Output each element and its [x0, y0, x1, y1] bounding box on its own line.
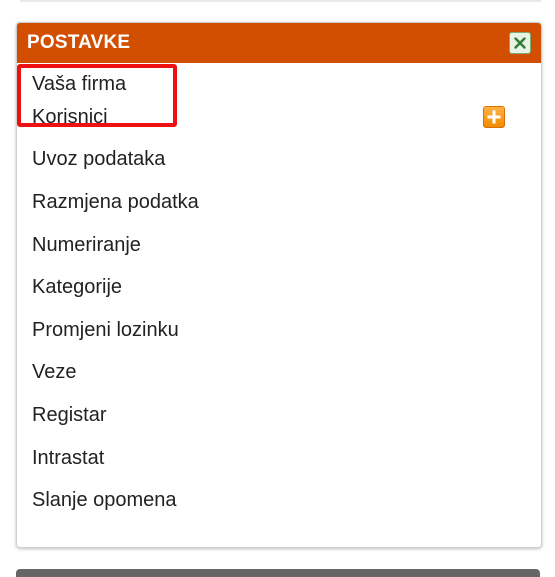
menu-item-uvoz-podataka[interactable]: Uvoz podataka: [17, 139, 541, 182]
menu-item-veze[interactable]: Veze: [17, 352, 541, 395]
menu-item-vasa-firma[interactable]: Vaša firma: [17, 63, 541, 96]
menu-item-slanje-opomena[interactable]: Slanje opomena: [17, 479, 541, 522]
close-button[interactable]: [509, 32, 531, 54]
menu-item-label: Kategorije: [32, 276, 123, 299]
panel-title: POSTAVKE: [27, 32, 131, 53]
panel-header: POSTAVKE: [17, 23, 541, 63]
menu-item-korisnici[interactable]: Korisnici: [17, 96, 541, 139]
menu-item-label: Promjeni lozinku: [32, 318, 179, 341]
menu-item-label: Intrastat: [32, 446, 105, 469]
menu-item-label: Korisnici: [32, 105, 108, 128]
page: POSTAVKE Vaša firma Korisnici Uvoz podat…: [0, 0, 555, 577]
menu-item-promjeni-lozinku[interactable]: Promjeni lozinku: [17, 309, 541, 352]
menu-item-label: Razmjena podatka: [32, 190, 199, 213]
menu-item-label: Veze: [32, 361, 77, 384]
settings-menu: Vaša firma Korisnici Uvoz podataka Razmj…: [17, 63, 541, 522]
menu-item-intrastat[interactable]: Intrastat: [17, 437, 541, 480]
menu-item-label: Slanje opomena: [32, 489, 177, 512]
menu-item-numeriranje[interactable]: Numeriranje: [17, 224, 541, 267]
top-divider: [20, 0, 541, 2]
add-plus-icon[interactable]: [483, 106, 505, 129]
menu-item-label: Registar: [32, 403, 107, 426]
menu-item-label: Uvoz podataka: [32, 148, 166, 171]
menu-item-label: Vaša firma: [32, 73, 127, 95]
menu-item-kategorije[interactable]: Kategorije: [17, 266, 541, 309]
settings-panel: POSTAVKE Vaša firma Korisnici Uvoz podat…: [16, 22, 542, 548]
next-panel-header: [16, 569, 540, 577]
menu-item-registar[interactable]: Registar: [17, 394, 541, 437]
close-x-icon: [514, 37, 526, 49]
menu-item-label: Numeriranje: [32, 233, 141, 256]
menu-item-razmjena-podatka[interactable]: Razmjena podatka: [17, 181, 541, 224]
